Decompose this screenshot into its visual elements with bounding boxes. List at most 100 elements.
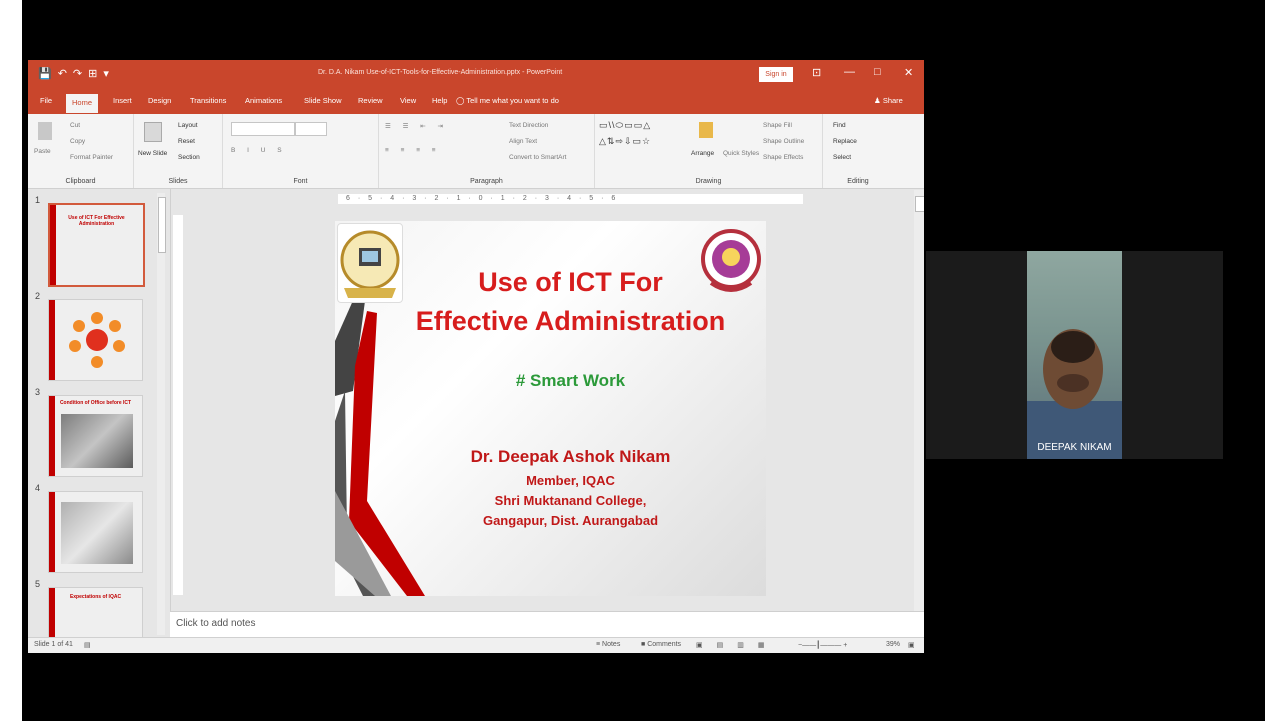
share-button[interactable]: ♟ Share bbox=[874, 96, 903, 105]
thumbnail-decoration bbox=[49, 492, 55, 572]
tab-file[interactable]: File bbox=[40, 96, 52, 105]
font-format-buttons[interactable]: B I U S bbox=[231, 147, 287, 154]
alignment-buttons[interactable]: ≡ ≡ ≡ ≡ bbox=[385, 147, 441, 154]
thumbnail-photo bbox=[61, 502, 133, 564]
tab-view[interactable]: View bbox=[400, 96, 416, 105]
cut-button[interactable]: Cut bbox=[70, 122, 80, 129]
title-bar: 💾↶↷⊞▾ Dr. D.A. Nikam Use-of-ICT-Tools-fo… bbox=[28, 60, 924, 90]
notes-button[interactable]: ≡ Notes bbox=[596, 641, 620, 648]
tab-design[interactable]: Design bbox=[148, 96, 171, 105]
zoom-slider[interactable]: −——┃——— + bbox=[798, 641, 847, 649]
lightbulb-icon: ◯ bbox=[456, 96, 465, 105]
slide-thumbnail-1[interactable]: Use of ICT For Effective Administration bbox=[48, 203, 145, 287]
font-group: B I U S Font bbox=[223, 114, 379, 188]
tab-slide-show[interactable]: Slide Show bbox=[304, 96, 342, 105]
thumbnail-title: Use of ICT For Effective Administration bbox=[68, 215, 125, 227]
slide-role: Member, IQAC bbox=[526, 473, 615, 488]
select-button[interactable]: Select bbox=[833, 154, 851, 161]
align-text-button[interactable]: Align Text bbox=[509, 138, 537, 145]
thumbnail-scrollbar[interactable] bbox=[157, 193, 166, 635]
notes-pane[interactable]: Click to add notes bbox=[170, 611, 924, 638]
new-slide-button[interactable]: New Slide bbox=[138, 150, 167, 157]
shape-outline-button[interactable]: Shape Outline bbox=[763, 138, 804, 145]
find-button[interactable]: Find bbox=[833, 122, 846, 129]
paste-button[interactable]: Paste bbox=[34, 148, 51, 155]
thumbnail-title: Condition of Office before ICT bbox=[59, 400, 132, 406]
font-label: Font bbox=[293, 178, 308, 185]
shapes-gallery-row2[interactable]: △⇅⇨⇩▭☆ bbox=[599, 136, 651, 147]
quick-styles-button[interactable]: Quick Styles bbox=[723, 150, 759, 157]
paste-icon[interactable] bbox=[38, 122, 52, 140]
shape-effects-button[interactable]: Shape Effects bbox=[763, 154, 803, 161]
thumbnail-title: Expectations of IQAC bbox=[69, 594, 122, 600]
minimize-icon[interactable]: — bbox=[844, 66, 855, 78]
ruler-ticks: 6 · 5 · 4 · 3 · 2 · 1 · 0 · 1 · 2 · 3 · … bbox=[346, 195, 619, 202]
replace-button[interactable]: Replace bbox=[833, 138, 857, 145]
copy-button[interactable]: Copy bbox=[70, 138, 85, 145]
vertical-ruler bbox=[173, 215, 183, 595]
spell-check-icon[interactable]: ▤ bbox=[84, 641, 91, 649]
slide-thumbnail-5[interactable]: Expectations of IQAC bbox=[48, 587, 143, 641]
reset-button[interactable]: Reset bbox=[178, 138, 195, 145]
slide-thumbnail-4[interactable] bbox=[48, 491, 143, 573]
convert-smartart-button[interactable]: Convert to SmartArt bbox=[509, 154, 566, 161]
new-slide-icon[interactable] bbox=[144, 122, 162, 142]
meeting-background-top bbox=[22, 0, 1265, 60]
tab-help[interactable]: Help bbox=[432, 96, 447, 105]
thumbnail-number: 2 bbox=[35, 291, 41, 301]
format-painter-button[interactable]: Format Painter bbox=[70, 154, 113, 161]
ribbon-tabs: File Home Insert Design Transitions Anim… bbox=[28, 90, 924, 114]
shapes-gallery[interactable]: ▭\\⬭▭▭△ bbox=[599, 120, 651, 131]
thumbnail-diagram bbox=[69, 312, 125, 368]
text-direction-button[interactable]: Text Direction bbox=[509, 122, 548, 129]
slide-author: Dr. Deepak Ashok Nikam bbox=[470, 447, 671, 466]
slides-group: New Slide Layout Reset Section Slides bbox=[134, 114, 223, 188]
tell-me-box[interactable]: ◯ Tell me what you want to do bbox=[456, 96, 559, 105]
zoom-level[interactable]: 39% bbox=[886, 641, 900, 648]
document-title: Dr. D.A. Nikam Use-of-ICT-Tools-for-Effe… bbox=[318, 69, 563, 76]
tab-insert[interactable]: Insert bbox=[113, 96, 132, 105]
sign-in-button[interactable]: Sign in bbox=[759, 67, 793, 82]
tell-me-text: Tell me what you want to do bbox=[466, 96, 559, 105]
section-button[interactable]: Section bbox=[178, 154, 200, 161]
drawing-group: ▭\\⬭▭▭△ △⇅⇨⇩▭☆ Arrange Quick Styles Shap… bbox=[595, 114, 823, 188]
fit-to-window-icon[interactable]: ▣ bbox=[908, 641, 915, 649]
editing-group: Find Replace Select Editing bbox=[823, 114, 893, 188]
slide-thumbnail-2[interactable] bbox=[48, 299, 143, 381]
paragraph-group: ☰ ☰ ⇤ ⇥ Text Direction Align Text Conver… bbox=[379, 114, 595, 188]
slide-counter: Slide 1 of 41 bbox=[34, 641, 73, 648]
arrange-icon[interactable] bbox=[699, 122, 713, 138]
powerpoint-window: 💾↶↷⊞▾ Dr. D.A. Nikam Use-of-ICT-Tools-fo… bbox=[28, 60, 924, 653]
editor-scrollbar[interactable] bbox=[914, 190, 924, 637]
slide-canvas[interactable]: Use of ICT For Effective Administration … bbox=[335, 221, 766, 596]
clipboard-label: Clipboard bbox=[65, 178, 96, 185]
tab-review[interactable]: Review bbox=[358, 96, 383, 105]
tab-home[interactable]: Home bbox=[66, 94, 99, 113]
clipboard-group: Paste Cut Copy Format Painter Clipboard bbox=[28, 114, 134, 188]
share-label: Share bbox=[882, 96, 903, 105]
tab-animations[interactable]: Animations bbox=[245, 96, 282, 105]
scrollbar-thumb[interactable] bbox=[158, 197, 166, 253]
notes-placeholder: Click to add notes bbox=[176, 618, 256, 629]
scrollbar-thumb[interactable] bbox=[915, 196, 924, 212]
comments-button[interactable]: ■ Comments bbox=[641, 641, 681, 648]
slides-label: Slides bbox=[168, 178, 188, 185]
participant-video-tile[interactable]: DEEPAK NIKAM bbox=[1027, 251, 1122, 459]
maximize-icon[interactable]: □ bbox=[874, 66, 881, 78]
ribbon-display-options-icon[interactable]: ⊡ bbox=[812, 66, 821, 79]
layout-button[interactable]: Layout bbox=[178, 122, 198, 129]
slide-thumbnail-3[interactable]: Condition of Office before ICT bbox=[48, 395, 143, 477]
quick-access-toolbar[interactable]: 💾↶↷⊞▾ bbox=[38, 67, 115, 80]
thumbnail-number: 3 bbox=[35, 387, 41, 397]
bullets-buttons[interactable]: ☰ ☰ ⇤ ⇥ bbox=[385, 122, 448, 130]
notes-label: Notes bbox=[602, 641, 621, 648]
shape-fill-button[interactable]: Shape Fill bbox=[763, 122, 792, 129]
tab-transitions[interactable]: Transitions bbox=[190, 96, 226, 105]
font-size-combo[interactable] bbox=[295, 122, 327, 136]
arrange-button[interactable]: Arrange bbox=[691, 150, 714, 157]
font-name-combo[interactable] bbox=[231, 122, 295, 136]
view-buttons[interactable]: ▣▤▥▦ bbox=[696, 641, 778, 649]
slide-tagline: # Smart Work bbox=[515, 371, 626, 390]
thumbnail-number: 1 bbox=[35, 195, 41, 205]
close-icon[interactable]: ✕ bbox=[904, 66, 913, 79]
